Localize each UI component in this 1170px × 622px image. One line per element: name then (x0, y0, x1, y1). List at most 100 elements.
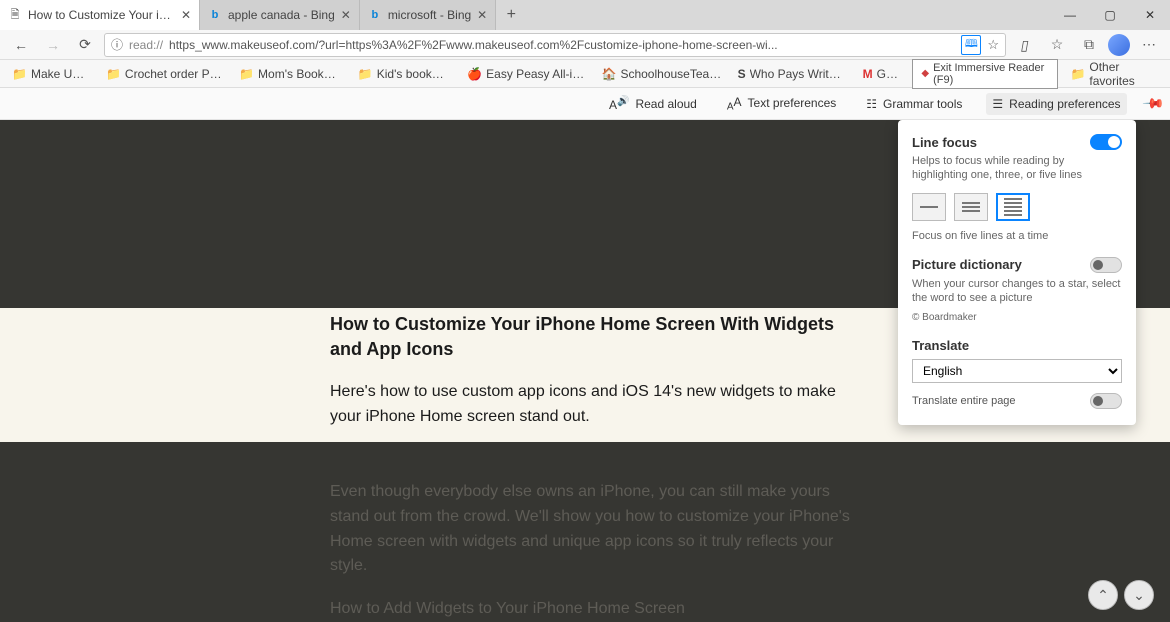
translate-title: Translate (912, 338, 969, 353)
bing-icon: b (208, 8, 222, 22)
other-favorites[interactable]: 📁 Other favorites (1062, 60, 1164, 88)
bookmark-label: Easy Peasy All-in-O... (486, 67, 585, 81)
collections-icon[interactable]: ▯ (1010, 32, 1041, 58)
new-tab-button[interactable]: + (496, 0, 526, 30)
line-focus-options (912, 193, 1122, 221)
picture-dictionary-toggle[interactable] (1090, 257, 1122, 273)
read-aloud-button[interactable]: A🔊Read aloud (603, 92, 703, 116)
line-focus-title: Line focus (912, 135, 977, 150)
window-controls: — ▢ ✕ (1050, 0, 1170, 30)
url-scheme: read:// (129, 38, 163, 52)
bookmark-item[interactable]: S Who Pays Writers?... (732, 67, 853, 81)
maximize-button[interactable]: ▢ (1090, 0, 1130, 30)
translate-entire-toggle[interactable] (1090, 393, 1122, 409)
immersive-reader-icon[interactable]: 🕮 (961, 35, 981, 55)
folder-icon: 📁 (12, 67, 27, 81)
text-prefs-label: Text preferences (748, 96, 837, 110)
folder-icon: 📁 (1070, 67, 1085, 81)
reading-prefs-label: Reading preferences (1009, 97, 1120, 111)
back-button[interactable]: ← (8, 32, 34, 58)
picture-dictionary-title: Picture dictionary (912, 257, 1022, 272)
bookmark-label: Gmail (877, 67, 903, 81)
article-paragraph: Even though everybody else owns an iPhon… (330, 480, 870, 579)
close-icon[interactable]: ✕ (341, 8, 351, 22)
bookmark-item[interactable]: 📁 Kid's bookmarks (352, 67, 457, 81)
bookmark-item[interactable]: 📁 Mom's Bookmarks (233, 67, 348, 81)
folder-icon: 📁 (358, 67, 373, 81)
bookmark-label: Who Pays Writers?... (750, 67, 847, 81)
bookmark-label: Crochet order Patte... (125, 67, 223, 81)
article-dim-text: Even though everybody else owns an iPhon… (330, 462, 870, 622)
text-preferences-button[interactable]: AA Text preferences (721, 91, 842, 116)
tab-strip: 🗎 How to Customize Your iPhone H ✕ b app… (0, 0, 1050, 30)
scroll-down-button[interactable]: ⌄ (1124, 580, 1154, 610)
folder-icon: 📁 (239, 67, 254, 81)
browser-toolbar: ← → ⟳ ⓘ read:// https_www.makeuseof.com/… (0, 30, 1170, 60)
tab-label: microsoft - Bing (388, 8, 471, 22)
grammar-icon: ☷ (866, 97, 877, 111)
scroll-buttons: ⌃ ⌄ (1088, 580, 1154, 610)
article-paragraph: Here's how to use custom app icons and i… (330, 380, 870, 430)
tab-1[interactable]: b apple canada - Bing ✕ (200, 0, 360, 30)
translate-entire-label: Translate entire page (912, 395, 1016, 407)
tab-2[interactable]: b microsoft - Bing ✕ (360, 0, 496, 30)
scroll-up-button[interactable]: ⌃ (1088, 580, 1118, 610)
window-titlebar: 🗎 How to Customize Your iPhone H ✕ b app… (0, 0, 1170, 30)
grammar-label: Grammar tools (883, 97, 962, 111)
book-icon: ☰ (992, 97, 1003, 111)
close-window-button[interactable]: ✕ (1130, 0, 1170, 30)
refresh-button[interactable]: ⟳ (72, 32, 98, 58)
bookmark-item[interactable]: 📁 Make Use Of (6, 67, 96, 81)
reading-preferences-button[interactable]: ☰ Reading preferences (986, 93, 1126, 115)
article-heading: How to Customize Your iPhone Home Screen… (330, 312, 870, 362)
bing-icon: b (368, 8, 382, 22)
folder-icon: 📁 (106, 67, 121, 81)
read-aloud-label: Read aloud (635, 97, 696, 111)
close-icon[interactable]: ✕ (181, 8, 191, 22)
exit-reader-label: Exit Immersive Reader (F9) (933, 62, 1049, 86)
line-focus-five[interactable] (996, 193, 1030, 221)
menu-button[interactable]: ⋯ (1136, 32, 1162, 58)
other-favorites-label: Other favorites (1089, 60, 1156, 88)
text-icon: AA (727, 95, 742, 112)
site-icon: 🍎 (467, 67, 482, 81)
diamond-icon: ◆ (921, 68, 929, 79)
grammar-tools-button[interactable]: ☷ Grammar tools (860, 93, 968, 115)
line-focus-three[interactable] (954, 193, 988, 221)
gmail-icon: M (863, 67, 873, 81)
tab-0[interactable]: 🗎 How to Customize Your iPhone H ✕ (0, 0, 200, 30)
article-text: How to Customize Your iPhone Home Screen… (330, 312, 870, 430)
bookmark-item[interactable]: M Gmail (857, 67, 909, 81)
favorites-star-icon[interactable]: ☆ (1044, 32, 1070, 58)
bookmark-label: Mom's Bookmarks (258, 67, 342, 81)
close-icon[interactable]: ✕ (477, 8, 487, 22)
line-focus-status: Focus on five lines at a time (912, 229, 1122, 243)
address-bar[interactable]: ⓘ read:// https_www.makeuseof.com/?url=h… (104, 33, 1006, 57)
exit-immersive-reader-button[interactable]: ◆ Exit Immersive Reader (F9) (912, 59, 1058, 89)
profile-avatar[interactable] (1108, 34, 1130, 56)
forward-button[interactable]: → (40, 32, 66, 58)
picture-dictionary-desc: When your cursor changes to a star, sele… (912, 277, 1122, 306)
bookmark-item[interactable]: 🏠SchoolhouseTeache... (596, 67, 728, 81)
article-paragraph: How to Add Widgets to Your iPhone Home S… (330, 597, 870, 622)
page-icon: 🗎 (8, 8, 22, 22)
picture-dictionary-credit: © Boardmaker (912, 311, 1122, 324)
site-icon: S (738, 67, 746, 81)
reader-content: How to Customize Your iPhone Home Screen… (0, 120, 1170, 622)
tab-label: How to Customize Your iPhone H (28, 8, 175, 22)
bookmark-label: Kid's bookmarks (377, 67, 451, 81)
bookmark-item[interactable]: 📁 Crochet order Patte... (100, 67, 229, 81)
reading-preferences-panel: Line focus Helps to focus while reading … (898, 120, 1136, 425)
url-text: https_www.makeuseof.com/?url=https%3A%2F… (169, 38, 955, 52)
line-focus-toggle[interactable] (1090, 134, 1122, 150)
pin-icon[interactable]: 📌 (1141, 91, 1165, 115)
collections-button[interactable]: ⧉ (1076, 32, 1102, 58)
minimize-button[interactable]: — (1050, 0, 1090, 30)
tab-label: apple canada - Bing (228, 8, 335, 22)
info-icon[interactable]: ⓘ (111, 36, 123, 53)
line-focus-one[interactable] (912, 193, 946, 221)
favorite-icon[interactable]: ☆ (987, 37, 999, 53)
bookmark-label: Make Use Of (31, 67, 90, 81)
translate-language-select[interactable]: English (912, 359, 1122, 383)
bookmark-item[interactable]: 🍎 Easy Peasy All-in-O... (461, 67, 591, 81)
